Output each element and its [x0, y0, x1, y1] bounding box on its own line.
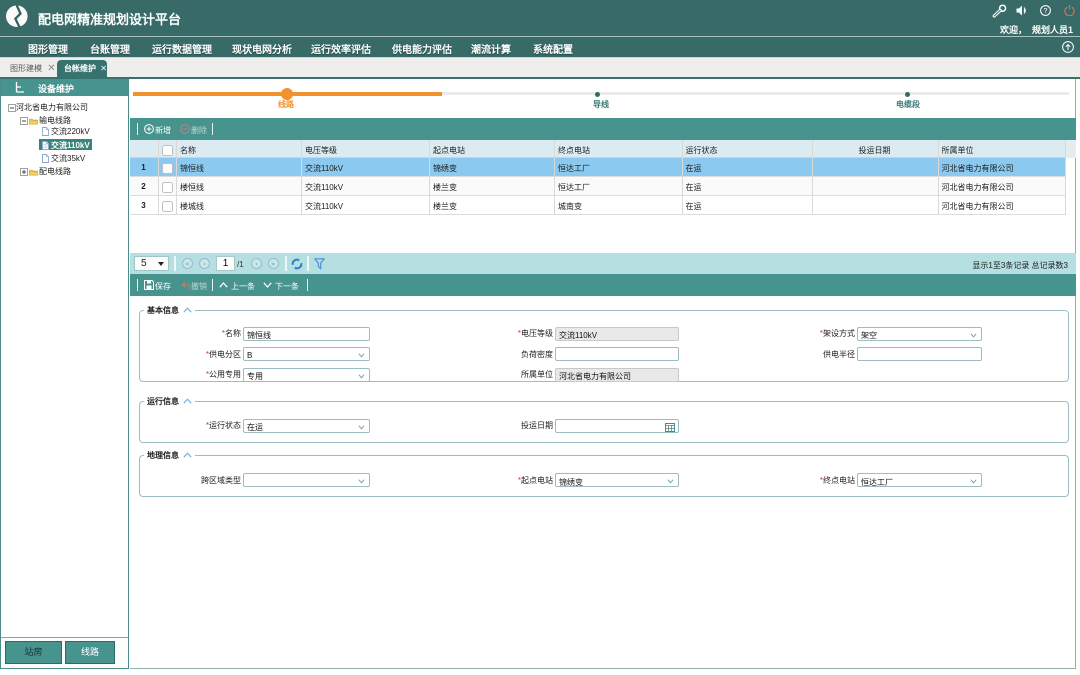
svg-text:?: ? — [1044, 8, 1048, 15]
